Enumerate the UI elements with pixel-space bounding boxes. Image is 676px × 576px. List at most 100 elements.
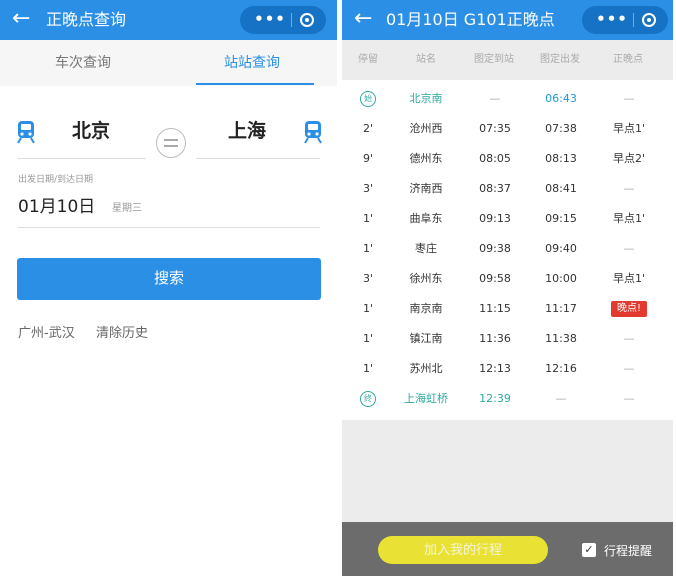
- back-arrow-icon[interactable]: ←: [354, 5, 372, 33]
- scheduled-arrival: 07:35: [479, 122, 511, 135]
- scheduled-departure: 10:00: [545, 272, 577, 285]
- scheduled-arrival: 11:36: [479, 332, 511, 345]
- to-station[interactable]: 上海: [228, 116, 266, 143]
- date-underline: [18, 227, 320, 228]
- page-title: 正晚点查询: [46, 10, 127, 29]
- stop-duration: 9': [362, 152, 374, 165]
- tab-bar: 车次查询 站站查询: [0, 40, 337, 86]
- swap-icon[interactable]: [156, 128, 186, 158]
- scheduled-departure: 06:43: [545, 92, 577, 105]
- tab-train-query[interactable]: 车次查询: [55, 52, 111, 72]
- station-name: 上海虹桥: [404, 392, 448, 405]
- from-station-underline: [18, 158, 146, 159]
- table-row: 1' 苏州北 12:13 12:16 —: [342, 354, 673, 384]
- scheduled-departure: 12:16: [545, 362, 577, 375]
- stop-duration: 2': [362, 122, 374, 135]
- tab-station-query[interactable]: 站站查询: [224, 52, 280, 72]
- from-station[interactable]: 北京: [72, 116, 110, 143]
- scheduled-departure: 11:38: [545, 332, 577, 345]
- scheduled-departure: 09:15: [545, 212, 577, 225]
- station-name: 济南西: [409, 182, 443, 195]
- scheduled-arrival: 12:13: [479, 362, 511, 375]
- table-row: 1' 曲阜东 09:13 09:15 早点1': [342, 204, 673, 234]
- weekday-label: 星期三: [112, 203, 142, 214]
- train-icon: [304, 121, 322, 144]
- stop-duration: 1': [362, 212, 374, 225]
- scheduled-arrival: 09:13: [479, 212, 511, 225]
- scheduled-arrival: 09:58: [479, 272, 511, 285]
- active-tab-indicator: [196, 83, 314, 85]
- menu-capsule: •••: [582, 6, 668, 34]
- table-row: 3' 徐州东 09:58 10:00 早点1': [342, 264, 673, 294]
- clear-history-link[interactable]: 清除历史: [96, 322, 148, 341]
- terminal-badge: 终: [360, 391, 376, 407]
- station-name: 徐州东: [409, 272, 443, 285]
- stop-duration: 3': [362, 272, 374, 285]
- top-bar: ← 01月10日 G101正晚点 •••: [342, 0, 673, 40]
- column-header-status: 正晚点: [613, 54, 643, 65]
- history-item[interactable]: 广州-武汉: [18, 322, 75, 341]
- more-dots-icon[interactable]: •••: [594, 8, 630, 30]
- add-to-trip-button[interactable]: 加入我的行程: [378, 536, 548, 564]
- stop-duration: 1': [362, 302, 374, 315]
- station-name: 南京南: [409, 302, 443, 315]
- delay-status: —: [623, 182, 635, 195]
- stop-duration: 始: [350, 84, 386, 114]
- stop-duration: 1': [362, 362, 374, 375]
- stop-duration: 1': [362, 242, 374, 255]
- target-circle-icon[interactable]: [642, 13, 656, 27]
- timetable: 始 北京南 — 06:43 — 2' 沧州西 07:35 07:38 早点1' 9' 德州东 08:05…: [342, 80, 673, 420]
- scheduled-departure: 08:41: [545, 182, 577, 195]
- table-row: 1' 镇江南 11:36 11:38 —: [342, 324, 673, 354]
- stop-duration: 3': [362, 182, 374, 195]
- more-dots-icon[interactable]: •••: [252, 8, 288, 30]
- delay-status: —: [623, 92, 635, 105]
- bottom-bar: 加入我的行程 ✓ 行程提醒: [342, 522, 673, 576]
- right-panel: ← 01月10日 G101正晚点 ••• 停留 站名 图定到站 图定出发 正晚点…: [342, 0, 673, 576]
- menu-capsule: •••: [240, 6, 326, 34]
- capsule-divider: [291, 13, 292, 27]
- trip-reminder-checkbox[interactable]: ✓: [582, 543, 596, 557]
- date-label: 出发日期/到达日期: [18, 175, 94, 185]
- station-name: 德州东: [409, 152, 443, 165]
- station-name: 枣庄: [415, 242, 437, 255]
- table-row: 9' 德州东 08:05 08:13 早点2': [342, 144, 673, 174]
- scheduled-departure: 08:13: [545, 152, 577, 165]
- scheduled-departure: 09:40: [545, 242, 577, 255]
- back-arrow-icon[interactable]: ←: [12, 5, 30, 33]
- page-title: 01月10日 G101正晚点: [386, 10, 555, 29]
- table-row: 1' 枣庄 09:38 09:40 —: [342, 234, 673, 264]
- target-circle-icon[interactable]: [300, 13, 314, 27]
- stop-duration: 终: [350, 384, 386, 414]
- search-button[interactable]: 搜索: [17, 258, 321, 300]
- late-badge: 晚点!: [610, 301, 647, 317]
- delay-status: —: [623, 392, 635, 405]
- column-header-arrive: 图定到站: [474, 54, 514, 65]
- train-icon: [17, 121, 35, 144]
- station-name: 沧州西: [409, 122, 443, 135]
- table-row: 1' 南京南 11:15 11:17 晚点!: [342, 294, 673, 324]
- table-row: 始 北京南 — 06:43 —: [342, 84, 673, 114]
- delay-status: 晚点!: [596, 294, 662, 324]
- scheduled-arrival: 09:38: [479, 242, 511, 255]
- table-row: 3' 济南西 08:37 08:41 —: [342, 174, 673, 204]
- column-header-depart: 图定出发: [540, 54, 580, 65]
- trip-reminder-label: 行程提醒: [604, 544, 653, 558]
- station-name: 苏州北: [409, 362, 443, 375]
- stop-duration: 1': [362, 332, 374, 345]
- delay-status: —: [623, 362, 635, 375]
- station-name: 镇江南: [409, 332, 443, 345]
- date-field[interactable]: 01月10日: [18, 192, 95, 217]
- capsule-divider: [633, 13, 634, 27]
- table-row: 终 上海虹桥 12:39 — —: [342, 384, 673, 414]
- scheduled-departure: 11:17: [545, 302, 577, 315]
- left-panel: ← 正晚点查询 ••• 车次查询 站站查询 北京 上海 出发日期/到达日期 01…: [0, 0, 337, 576]
- scheduled-arrival: 11:15: [479, 302, 511, 315]
- column-header-station: 站名: [416, 54, 436, 65]
- scheduled-arrival: 08:37: [479, 182, 511, 195]
- column-header-stop: 停留: [358, 54, 378, 65]
- delay-status: —: [623, 332, 635, 345]
- delay-status: 早点2': [612, 152, 646, 165]
- station-name: 曲阜东: [409, 212, 443, 225]
- table-row: 2' 沧州西 07:35 07:38 早点1': [342, 114, 673, 144]
